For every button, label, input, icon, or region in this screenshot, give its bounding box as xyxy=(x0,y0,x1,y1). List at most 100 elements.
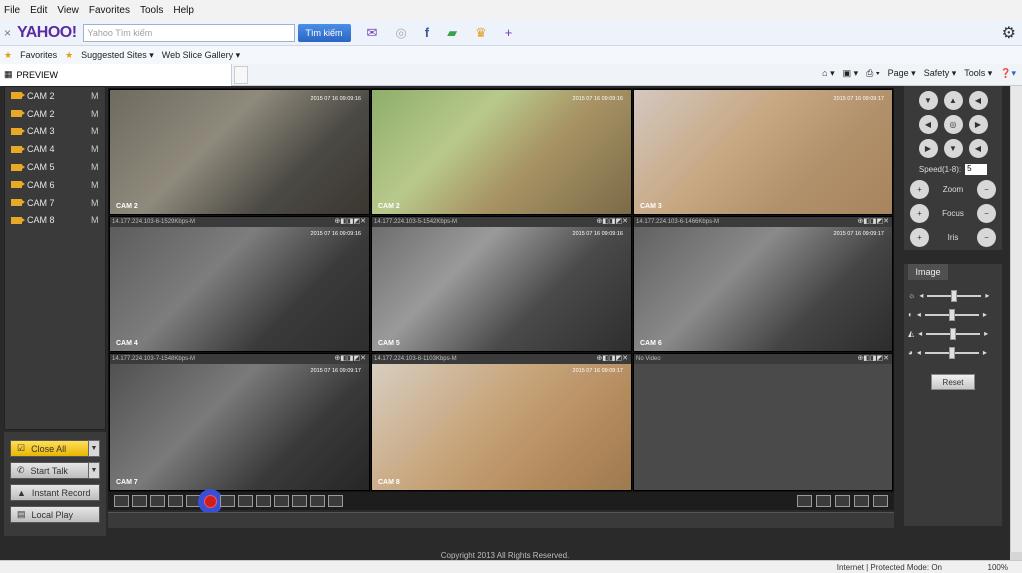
split-9-button[interactable] xyxy=(835,495,850,507)
tab-preview[interactable]: ▦ PREVIEW xyxy=(0,63,232,86)
split-1-button[interactable] xyxy=(797,495,812,507)
menu-file[interactable]: File xyxy=(4,5,20,16)
slider-thumb[interactable] xyxy=(951,289,958,302)
slider-left-icon[interactable]: ◂ xyxy=(917,310,921,319)
menu-edit[interactable]: Edit xyxy=(30,5,47,16)
layout-button-1[interactable] xyxy=(114,495,129,507)
channel-item[interactable]: CAM 6 M xyxy=(5,176,105,194)
ptz-down-left-button[interactable]: ▶ xyxy=(918,139,938,158)
ptz-down-right-button[interactable]: ◀ xyxy=(968,139,988,158)
cell-tools-icons[interactable]: ⊕◧◨◩✕ xyxy=(334,354,366,364)
slider-left-icon[interactable]: ◂ xyxy=(918,329,922,338)
channel-item[interactable]: CAM 3 M xyxy=(5,123,105,141)
channel-item[interactable]: CAM 8 M xyxy=(5,212,105,230)
video-cell[interactable]: 14.177.224.103-6-1466Kbps-M ⊕◧◨◩✕ 2015 07… xyxy=(633,216,893,352)
video-cell[interactable]: 14.177.224.103-6-1529Kbps-M ⊕◧◨◩✕ 2015 07… xyxy=(109,216,370,352)
instant-record-button[interactable]: ▲ Instant Record xyxy=(10,484,100,501)
menu-help[interactable]: Help xyxy=(173,5,194,16)
ptz-right-button[interactable]: ▶ xyxy=(968,115,988,134)
contrast-slider[interactable] xyxy=(924,308,979,321)
iris-close-button[interactable]: − xyxy=(976,228,996,247)
yahoo-search-button[interactable]: Tìm kiếm xyxy=(297,23,351,42)
layout-button-5[interactable] xyxy=(186,495,201,507)
safety-menu[interactable]: Safety ▾ xyxy=(924,68,957,79)
split-4-button[interactable] xyxy=(816,495,831,507)
cell-tools-icons[interactable]: ⊕◧◨◩✕ xyxy=(857,217,889,227)
chat-icon[interactable]: ▰ xyxy=(447,25,457,41)
slider-right-icon[interactable]: ▸ xyxy=(983,348,987,357)
yahoo-search-input[interactable]: Yahoo Tìm kiếm xyxy=(82,23,295,42)
chevron-down-icon[interactable]: ▼ xyxy=(88,462,100,479)
tab-image[interactable]: Image xyxy=(908,264,948,280)
layout-button-3[interactable] xyxy=(150,495,165,507)
ptz-up-left-button[interactable]: ▼ xyxy=(918,91,938,110)
slider-right-icon[interactable]: ▸ xyxy=(983,310,987,319)
channel-item[interactable]: CAM 2 M xyxy=(5,87,105,105)
home-icon[interactable]: ⌂ ▾ xyxy=(822,68,834,79)
slider-right-icon[interactable]: ▸ xyxy=(985,291,989,300)
chevron-down-icon[interactable]: ▼ xyxy=(88,440,100,457)
vertical-scrollbar[interactable] xyxy=(1010,86,1022,552)
menu-view[interactable]: View xyxy=(57,5,79,16)
zoom-in-button[interactable]: + xyxy=(910,180,929,199)
video-cell[interactable]: 2015 07 16 09:09:16 CAM 2 xyxy=(109,89,370,215)
close-all-button[interactable]: ☑ Close All ▼ xyxy=(10,440,100,457)
reset-button[interactable]: Reset xyxy=(931,374,975,390)
video-cell-empty[interactable]: No Video ⊕◧◨◩✕ xyxy=(633,353,893,491)
record-button[interactable] xyxy=(204,494,217,508)
tools-menu[interactable]: Tools ▾ xyxy=(964,68,992,79)
help-icon[interactable]: ❓▾ xyxy=(1000,68,1016,79)
layout-button-12[interactable] xyxy=(328,495,343,507)
slider-left-icon[interactable]: ◂ xyxy=(917,348,921,357)
focus-in-button[interactable]: + xyxy=(910,204,929,223)
page-menu[interactable]: Page ▾ xyxy=(888,68,916,79)
cell-tools-icons[interactable]: ⊕◧◨◩✕ xyxy=(596,354,628,364)
local-play-button[interactable]: ▤ Local Play xyxy=(10,506,100,523)
ptz-center-button[interactable]: ◎ xyxy=(943,115,963,134)
slider-left-icon[interactable]: ◂ xyxy=(919,291,923,300)
cell-tools-icons[interactable]: ⊕◧◨◩✕ xyxy=(334,217,366,227)
hue-slider[interactable] xyxy=(924,346,979,359)
cell-tools-icons[interactable]: ⊕◧◨◩✕ xyxy=(596,217,628,227)
video-cell[interactable]: 14.177.224.103-7-1548Kbps-M ⊕◧◨◩✕ 2015 07… xyxy=(109,353,370,491)
security-zone-text[interactable]: Internet | Protected Mode: On xyxy=(837,563,942,572)
facebook-icon[interactable]: f xyxy=(425,25,429,41)
channel-item[interactable]: CAM 2 M xyxy=(5,105,105,123)
feeds-icon[interactable]: ▣ ▾ xyxy=(843,68,859,79)
gear-icon[interactable]: ⚙ xyxy=(1002,23,1016,43)
video-cell[interactable]: 2015 07 16 09:09:16 CAM 2 xyxy=(371,89,632,215)
print-icon[interactable]: ⎙ ▾ xyxy=(866,68,879,79)
slider-right-icon[interactable]: ▸ xyxy=(984,329,988,338)
slider-thumb[interactable] xyxy=(948,346,955,359)
video-cell[interactable]: 14.177.224.103-5-1542Kbps-M ⊕◧◨◩✕ 2015 07… xyxy=(371,216,632,352)
brightness-slider[interactable] xyxy=(927,289,982,302)
new-tab-button[interactable] xyxy=(234,65,248,84)
web-slice-gallery-link[interactable]: Web Slice Gallery ▾ xyxy=(162,50,240,61)
channel-item[interactable]: CAM 5 M xyxy=(5,158,105,176)
weather-icon[interactable]: ◎ xyxy=(395,25,406,41)
saturation-slider[interactable] xyxy=(926,327,981,340)
focus-out-button[interactable]: − xyxy=(976,204,996,223)
ptz-up-button[interactable]: ▲ xyxy=(943,91,963,110)
trophy-icon[interactable]: ♛ xyxy=(475,25,487,41)
start-talk-button[interactable]: ✆ Start Talk ▼ xyxy=(10,462,100,479)
layout-button-2[interactable] xyxy=(132,495,147,507)
iris-open-button[interactable]: + xyxy=(910,228,929,247)
ptz-down-button[interactable]: ▼ xyxy=(943,139,963,158)
add-icon[interactable]: + xyxy=(505,25,513,41)
speed-select[interactable]: 5 xyxy=(965,164,988,175)
video-cell[interactable]: 14.177.224.103-8-1103Kbps-M ⊕◧◨◩✕ 2015 07… xyxy=(371,353,632,491)
split-25-button[interactable] xyxy=(873,495,888,507)
zoom-out-button[interactable]: − xyxy=(976,180,996,199)
slider-thumb[interactable] xyxy=(948,308,955,321)
favorites-star-icon[interactable]: ★ xyxy=(4,50,12,61)
cell-tools-icons[interactable]: ⊕◧◨◩✕ xyxy=(857,354,889,364)
mail-icon[interactable]: ✉ xyxy=(367,25,378,41)
channel-item[interactable]: CAM 4 M xyxy=(5,140,105,158)
zoom-level[interactable]: 100% xyxy=(988,563,1008,572)
menu-tools[interactable]: Tools xyxy=(140,5,163,16)
layout-button-6[interactable] xyxy=(220,495,235,507)
video-cell[interactable]: 2015 07 16 09:09:17 CAM 3 xyxy=(633,89,893,215)
layout-button-7[interactable] xyxy=(238,495,253,507)
layout-button-4[interactable] xyxy=(168,495,183,507)
